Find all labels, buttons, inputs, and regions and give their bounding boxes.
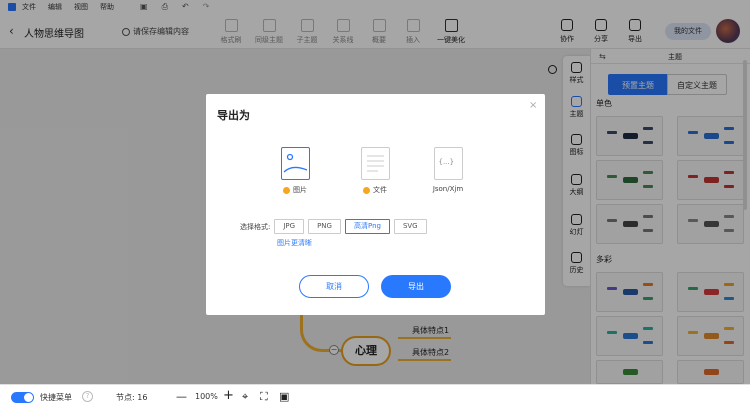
option-jpg[interactable]: JPG <box>274 219 305 234</box>
format-image-label: 图片 <box>293 186 307 194</box>
fullscreen-icon[interactable]: ▣ <box>279 390 289 403</box>
vip-crown-icon <box>363 186 370 194</box>
clearer-image-link[interactable]: 图片更清晰 <box>277 238 312 248</box>
quick-menu-toggle[interactable] <box>11 392 34 403</box>
json-glyph: {...} <box>438 158 455 166</box>
close-icon[interactable]: × <box>529 100 537 111</box>
document-file-icon <box>360 147 390 180</box>
format-selector: 选择格式: JPG PNG 高清Png SVG <box>240 219 431 234</box>
zoom-out-icon[interactable]: — <box>176 390 187 403</box>
format-json-label: Json/Xjm <box>432 185 464 193</box>
format-document[interactable]: 文件 <box>354 147 396 195</box>
select-format-label: 选择格式: <box>240 222 271 231</box>
option-svg[interactable]: SVG <box>393 219 427 234</box>
cancel-button[interactable]: 取消 <box>299 275 369 298</box>
locate-icon[interactable]: ⌖ <box>242 390 248 404</box>
format-json[interactable]: {...} Json/Xjm <box>427 147 469 193</box>
json-file-icon: {...} <box>433 147 463 180</box>
help-icon[interactable]: ? <box>82 391 93 402</box>
option-png[interactable]: PNG <box>308 219 341 234</box>
zoom-level: 100% <box>195 392 218 401</box>
status-bar: 快捷菜单 ? 节点: 16 — 100% + ⌖ ⛶ ▣ <box>0 384 750 409</box>
format-document-label: 文件 <box>373 186 387 194</box>
quick-menu-label: 快捷菜单 <box>40 393 72 402</box>
fit-screen-icon[interactable]: ⛶ <box>260 390 268 404</box>
export-dialog: 导出为 × 图片 文件 {...} Json/Xjm 选择格式: JPG PNG… <box>206 94 545 315</box>
export-confirm-button[interactable]: 导出 <box>381 275 451 298</box>
dialog-title: 导出为 <box>217 109 250 122</box>
image-file-icon <box>280 147 310 180</box>
format-image[interactable]: 图片 <box>274 147 316 195</box>
zoom-in-icon[interactable]: + <box>223 388 234 403</box>
option-hd-png[interactable]: 高清Png <box>344 219 390 234</box>
vip-crown-icon <box>283 186 290 194</box>
node-count: 节点: 16 <box>116 393 148 402</box>
